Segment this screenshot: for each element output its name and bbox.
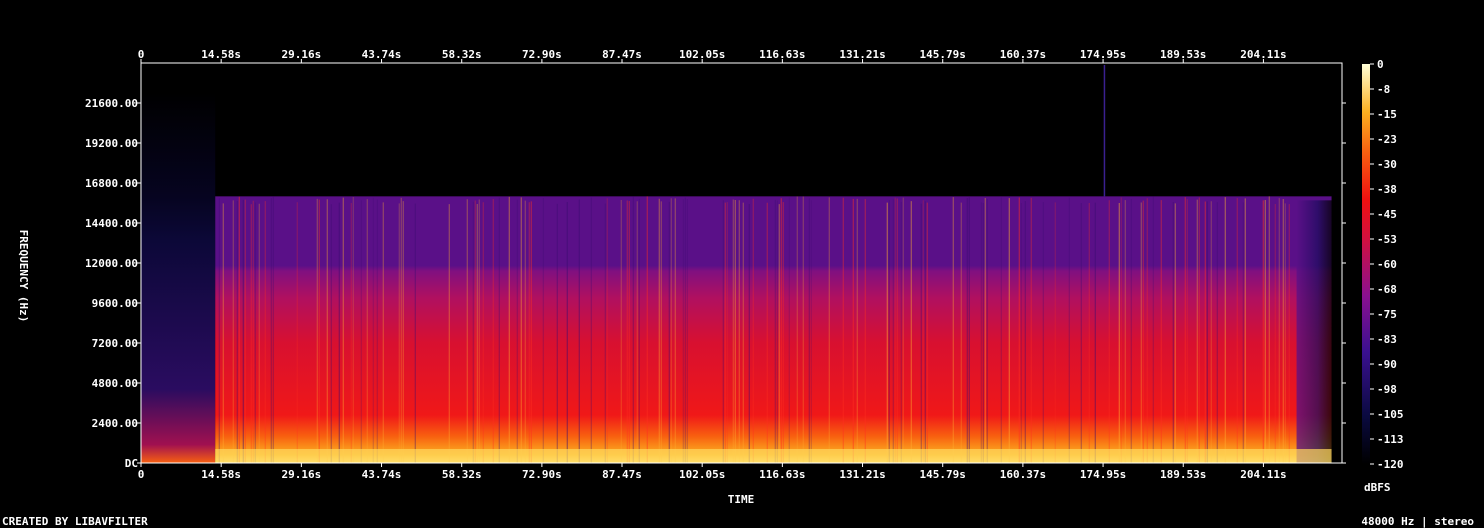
x-axis-top: 0 14.58s 29.16s 43.74s 58.32s 72.90s 87.47s 102…	[138, 48, 1287, 63]
x-axis-label: TIME	[728, 493, 755, 506]
x-tick-label-bottom: 204.11s	[1240, 468, 1286, 481]
x-tick-label-top: 160.37s	[1000, 48, 1046, 61]
x-tick-label-bottom: 174.95s	[1080, 468, 1126, 481]
colorbar-label: dBFS	[1364, 481, 1391, 494]
colorbar-tick-label: -105	[1377, 408, 1404, 421]
spectrogram-outro-region	[1296, 200, 1332, 464]
x-tick-label-bottom: 145.79s	[920, 468, 966, 481]
x-tick-label-bottom: 14.58s	[201, 468, 241, 481]
x-tick-label-bottom: 72.90s	[522, 468, 562, 481]
x-tick-label-bottom: 58.32s	[442, 468, 482, 481]
colorbar-tick-label: -30	[1377, 158, 1397, 171]
y-tick-label: 7200.00	[92, 337, 138, 350]
spectrogram-main-region	[215, 196, 1332, 464]
y-tick-label: 4800.00	[92, 377, 138, 390]
x-tick-label-top: 102.05s	[679, 48, 725, 61]
x-tick-label-top: 14.58s	[201, 48, 241, 61]
x-tick-label-bottom: 0	[138, 468, 145, 481]
colorbar-tick-label: -53	[1377, 233, 1397, 246]
colorbar	[1362, 64, 1370, 464]
x-tick-label-bottom: 189.53s	[1160, 468, 1206, 481]
colorbar-tick-label: -98	[1377, 383, 1397, 396]
colorbar-tick-label: 0	[1377, 58, 1384, 71]
colorbar-tick-label: -120	[1377, 458, 1404, 471]
x-tick-label-top: 87.47s	[602, 48, 642, 61]
y-tick-label: DC	[125, 457, 138, 470]
x-tick-label-bottom: 29.16s	[281, 468, 321, 481]
colorbar-tick-label: -75	[1377, 308, 1397, 321]
y-axis-label: FREQUENCY (Hz)	[17, 230, 30, 323]
colorbar-tick-label: -23	[1377, 133, 1397, 146]
x-tick-label-top: 189.53s	[1160, 48, 1206, 61]
spectrogram-chart: 0 14.58s 29.16s 43.74s 58.32s 72.90s 87.47s 102…	[2, 48, 1474, 528]
y-tick-label: 19200.00	[85, 137, 138, 150]
colorbar-tick-label: -60	[1377, 258, 1397, 271]
colorbar-tick-label: -83	[1377, 333, 1397, 346]
x-tick-label-top: 116.63s	[759, 48, 805, 61]
x-tick-label-bottom: 160.37s	[1000, 468, 1046, 481]
y-tick-label: 12000.00	[85, 257, 138, 270]
x-tick-label-top: 131.21s	[839, 48, 885, 61]
y-tick-label: 21600.00	[85, 97, 138, 110]
colorbar-tick-label: -8	[1377, 83, 1390, 96]
x-tick-label-top: 72.90s	[522, 48, 562, 61]
y-tick-label: 9600.00	[92, 297, 138, 310]
x-tick-label-bottom: 43.74s	[362, 468, 402, 481]
x-tick-label-bottom: 116.63s	[759, 468, 805, 481]
y-tick-label: 2400.00	[92, 417, 138, 430]
colorbar-tick-label: -15	[1377, 108, 1397, 121]
colorbar-tick-label: -38	[1377, 183, 1397, 196]
x-tick-label-top: 204.11s	[1240, 48, 1286, 61]
spectrogram-intro-region	[141, 93, 216, 463]
colorbar-ticks: 0 -8 -15 -23 -30 -38 -45 -53 -60 -68 -75 -83 -90 -98 -…	[1370, 58, 1404, 471]
x-tick-label-top: 0	[138, 48, 145, 61]
footer-credit: CREATED BY LIBAVFILTER	[2, 515, 148, 528]
y-tick-label: 14400.00	[85, 217, 138, 230]
x-tick-label-top: 145.79s	[920, 48, 966, 61]
colorbar-tick-label: -113	[1377, 433, 1404, 446]
colorbar-tick-label: -45	[1377, 208, 1397, 221]
spectrogram-plot	[141, 65, 1332, 464]
x-tick-label-top: 174.95s	[1080, 48, 1126, 61]
colorbar-tick-label: -90	[1377, 358, 1397, 371]
x-tick-label-bottom: 87.47s	[602, 468, 642, 481]
x-tick-label-bottom: 102.05s	[679, 468, 725, 481]
y-tick-label: 16800.00	[85, 177, 138, 190]
footer-format: 48000 Hz | stereo	[1361, 515, 1474, 528]
spectrogram-bass-band	[215, 449, 1332, 463]
x-axis-bottom: 0 14.58s 29.16s 43.74s 58.32s 72.90s 87.47s 102…	[138, 463, 1287, 481]
colorbar-tick-label: -68	[1377, 283, 1397, 296]
x-tick-label-top: 29.16s	[281, 48, 321, 61]
x-tick-label-top: 43.74s	[362, 48, 402, 61]
x-tick-label-bottom: 131.21s	[839, 468, 885, 481]
x-tick-label-top: 58.32s	[442, 48, 482, 61]
